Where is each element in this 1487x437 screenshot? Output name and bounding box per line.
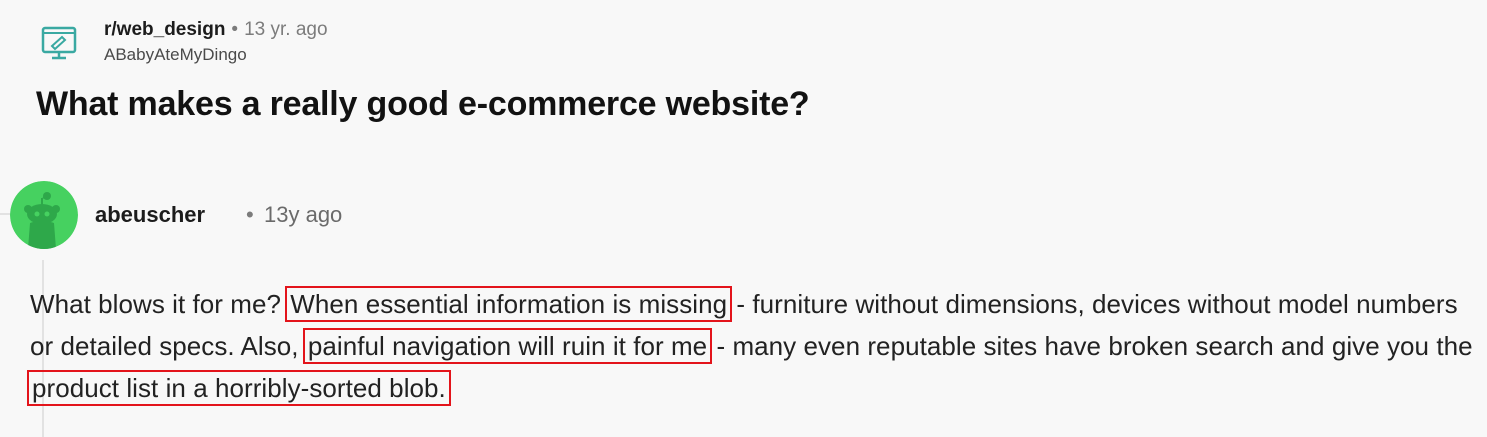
post-meta-line: r/web_design • 13 yr. ago: [104, 18, 328, 42]
highlight-box: painful navigation will ruin it for me: [302, 328, 713, 364]
comment-age: 13y ago: [264, 202, 343, 227]
post-author-link[interactable]: ABabyAteMyDingo: [104, 44, 328, 66]
computer-screen-icon[interactable]: [38, 22, 82, 66]
comment-author-link[interactable]: abeuscher: [95, 200, 205, 230]
highlight-box: When essential information is missing: [285, 286, 733, 322]
meta-separator: •: [231, 19, 239, 40]
post-title[interactable]: What makes a really good e-commerce webs…: [36, 82, 810, 126]
post-header: r/web_design • 13 yr. ago ABabyAteMyDingo: [38, 16, 328, 66]
subreddit-link[interactable]: r/web_design: [104, 19, 225, 40]
page: r/web_design • 13 yr. ago ABabyAteMyDingo …: [0, 0, 1487, 437]
post-age: 13 yr. ago: [244, 19, 328, 40]
avatar[interactable]: [10, 181, 78, 249]
highlight-box: product list in a horribly-sorted blob.: [27, 370, 451, 406]
comment-text-segment: - many even reputable sites have broken …: [709, 331, 1473, 361]
comment-meta-separator: •: [246, 202, 254, 227]
post-meta: r/web_design • 13 yr. ago ABabyAteMyDingo: [104, 18, 328, 66]
comment-body: What blows it for me? When essential inf…: [27, 283, 1475, 409]
comment-text-segment: What blows it for me?: [30, 289, 289, 319]
